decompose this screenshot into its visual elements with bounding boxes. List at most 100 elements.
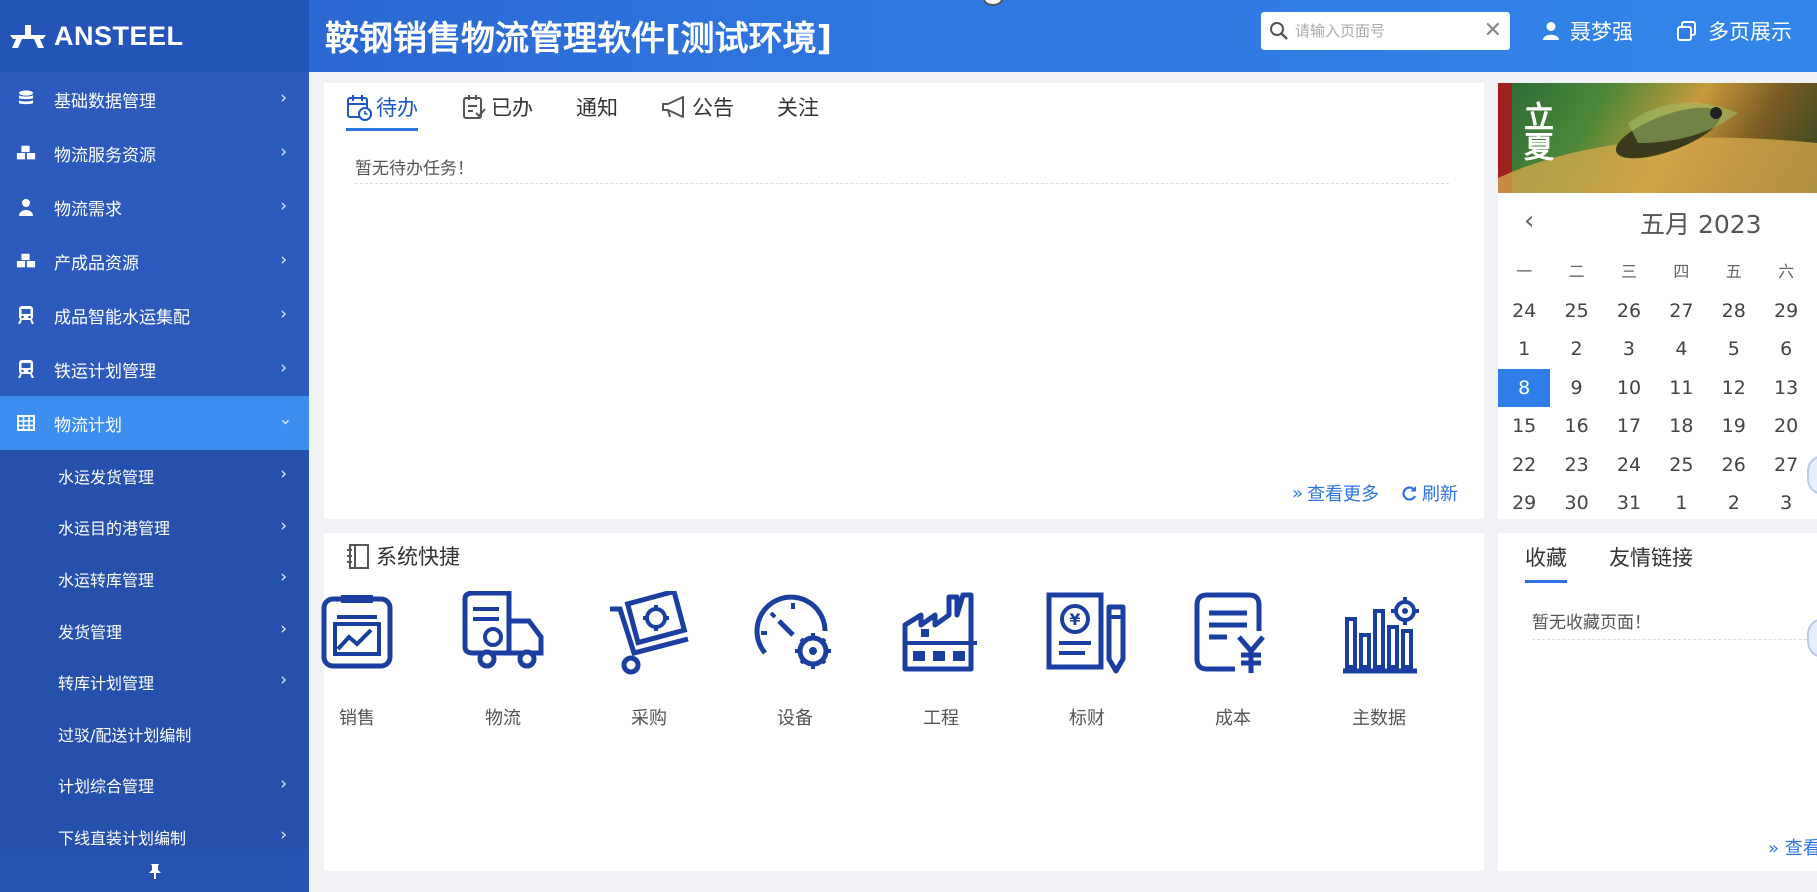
submenu-item[interactable]: 转库计划管理 › [0, 656, 309, 708]
chevron-right-icon: › [280, 464, 287, 484]
calendar-day[interactable]: 1 [1655, 484, 1707, 522]
chevron-right-icon: › [280, 88, 287, 108]
train-icon [16, 359, 36, 379]
cubes-icon [16, 143, 36, 163]
calendar-day[interactable]: 5 [1708, 330, 1760, 368]
calendar-day[interactable]: 20 [1760, 407, 1812, 445]
sidebar-item-label: 物流服务资源 [54, 145, 156, 166]
refresh-link[interactable]: 刷新 [1401, 480, 1458, 506]
sidebar-item-water-transport[interactable]: 成品智能水运集配 › [0, 288, 309, 342]
tab-follow[interactable]: 关注 [777, 92, 819, 131]
calendar-day[interactable]: 12 [1708, 369, 1760, 407]
tab-label: 通知 [576, 96, 618, 120]
calendar-day[interactable]: 24 [1603, 446, 1655, 484]
ansteel-logo[interactable]: ANSTEEL [0, 0, 309, 72]
shortcut-equipment[interactable]: 设备 [735, 591, 855, 729]
tab-done[interactable]: 已办 [461, 92, 533, 131]
todo-panel [324, 83, 1484, 519]
weekday-label: 六 [1778, 262, 1795, 282]
sidebar-item-product-resource[interactable]: 产成品资源 › [0, 234, 309, 288]
calendar-day[interactable]: 13 [1760, 369, 1812, 407]
pin-icon [148, 864, 161, 879]
calendar-day[interactable]: 30 [1550, 484, 1602, 522]
tab-todo[interactable]: 待办 [346, 92, 418, 131]
favorites-view-more-link[interactable]: » 查看 [1768, 834, 1817, 860]
submenu-item[interactable]: 水运发货管理 › [0, 450, 309, 502]
chevron-right-icon: › [280, 304, 287, 324]
calendar-day[interactable]: 26 [1708, 446, 1760, 484]
shortcut-sales[interactable]: 销售 [297, 591, 417, 729]
calendar-day[interactable]: 25 [1655, 446, 1707, 484]
sidebar-item-logistics-service[interactable]: 物流服务资源 › [0, 126, 309, 180]
tab-favorites[interactable]: 收藏 [1525, 542, 1567, 583]
calendar-day[interactable]: 19 [1708, 407, 1760, 445]
sidebar-item-basic-data[interactable]: 基础数据管理 › [0, 72, 309, 126]
submenu-item[interactable]: 计划综合管理 › [0, 759, 309, 812]
train-icon [16, 305, 36, 325]
submenu-item[interactable]: 过驳/配送计划编制 [0, 707, 309, 760]
sidebar-item-rail-plan[interactable]: 铁运计划管理 › [0, 342, 309, 396]
calendar-day[interactable]: 4 [1655, 330, 1707, 368]
calendar-day[interactable]: 25 [1550, 292, 1602, 330]
calendar-day[interactable]: 15 [1498, 407, 1550, 445]
svg-text:¥: ¥ [1069, 610, 1080, 629]
calendar-day[interactable]: 26 [1603, 292, 1655, 330]
sidebar-item-logistics-demand[interactable]: 物流需求 › [0, 180, 309, 234]
tab-announcement[interactable]: 公告 [661, 92, 734, 131]
tab-friend-links[interactable]: 友情链接 [1609, 542, 1693, 583]
shortcut-logistics[interactable]: 物流 [443, 591, 563, 729]
weekday-label: 二 [1568, 262, 1585, 282]
prev-month-icon[interactable]: ‹ [1524, 206, 1534, 236]
submenu-item[interactable]: 水运目的港管理 › [0, 501, 309, 554]
calendar-day[interactable]: 6 [1760, 330, 1812, 368]
calendar-day-selected[interactable]: 8 [1498, 368, 1551, 407]
calendar-day[interactable]: 22 [1498, 446, 1550, 484]
calendar-day[interactable]: 27 [1760, 446, 1812, 484]
calendar-day[interactable]: 27 [1655, 292, 1707, 330]
calendar-day[interactable]: 3 [1760, 484, 1812, 522]
calendar-day[interactable]: 23 [1550, 446, 1602, 484]
multi-page-toggle[interactable]: 多页展示 [1676, 16, 1792, 46]
tab-label: 待办 [376, 96, 418, 120]
calendar-day[interactable]: 2 [1550, 330, 1602, 368]
shortcut-engineering[interactable]: 工程 [881, 591, 1001, 729]
calendar-day[interactable]: 31 [1603, 484, 1655, 522]
calendar-day[interactable]: 9 [1550, 369, 1602, 407]
tab-notice[interactable]: 通知 [576, 92, 618, 131]
calendar-day[interactable]: 1 [1498, 330, 1550, 368]
clear-icon[interactable]: ✕ [1484, 20, 1502, 42]
calendar-day[interactable]: 29 [1498, 484, 1550, 522]
submenu-item[interactable]: 水运转库管理 › [0, 553, 309, 605]
shortcut-purchase[interactable]: 采购 [589, 591, 709, 729]
calendar-day[interactable]: 17 [1603, 407, 1655, 445]
calendar-month-title: 五月 2023 [1640, 210, 1762, 239]
calendar-day[interactable]: 28 [1708, 292, 1760, 330]
system-shortcut-panel [324, 533, 1484, 871]
calendar-day[interactable]: 2 [1708, 484, 1760, 522]
page-search-box[interactable]: ✕ [1261, 12, 1510, 50]
submenu-item-label: 水运发货管理 [58, 467, 155, 487]
shortcut-finance[interactable]: ¥ 标财 [1027, 591, 1147, 729]
shortcut-master-data[interactable]: 主数据 [1319, 591, 1439, 729]
shortcut-label: 标财 [1069, 708, 1105, 729]
view-more-link[interactable]: » 查看更多 [1292, 480, 1379, 506]
page-search-input[interactable] [1295, 22, 1484, 40]
sidebar-item-logistics-plan[interactable]: 物流计划 › [0, 396, 309, 450]
calendar-day[interactable]: 16 [1550, 407, 1602, 445]
shortcut-cost[interactable]: 成本 [1173, 591, 1293, 729]
solar-term-banner: 立夏 [1498, 83, 1817, 193]
sales-chart-icon [321, 595, 393, 669]
calendar-day[interactable]: 18 [1655, 407, 1707, 445]
chevron-right-icon: › [280, 358, 287, 378]
calendar-day[interactable]: 29 [1760, 292, 1812, 330]
calendar-day[interactable]: 24 [1498, 292, 1550, 330]
calendar-day[interactable]: 10 [1603, 369, 1655, 407]
calendar-week: 1 2 3 4 5 6 [1498, 330, 1817, 369]
pin-sidebar-button[interactable] [0, 850, 309, 892]
calendar-day[interactable]: 11 [1655, 369, 1707, 407]
copy-pages-icon [1677, 21, 1696, 41]
shortcut-label: 采购 [631, 708, 667, 729]
user-menu[interactable]: 聂梦强 [1542, 16, 1633, 46]
calendar-day[interactable]: 3 [1603, 330, 1655, 368]
submenu-item[interactable]: 发货管理 › [0, 604, 309, 657]
